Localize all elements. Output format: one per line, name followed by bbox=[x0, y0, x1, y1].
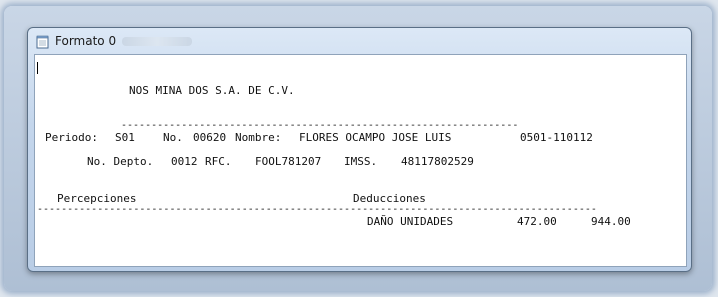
notepad-window: Formato 0 NOS MINA DOS S.A. DE C.V. ----… bbox=[27, 27, 692, 272]
depto-label: No. Depto. bbox=[87, 155, 154, 168]
imss-label: IMSS. bbox=[344, 155, 378, 168]
depto-value: 0012 bbox=[171, 155, 198, 168]
deduccion-amount: 472.00 bbox=[517, 215, 557, 228]
text-editor-area[interactable]: NOS MINA DOS S.A. DE C.V. --------------… bbox=[34, 54, 687, 267]
periodo-value: S01 bbox=[115, 131, 135, 144]
company-name: NOS MINA DOS S.A. DE C.V. bbox=[129, 84, 295, 97]
no-value: 00620 bbox=[193, 131, 227, 144]
range-value: 0501-110112 bbox=[520, 131, 593, 144]
imss-value: 48117802529 bbox=[401, 155, 474, 168]
nombre-value: FLORES OCAMPO JOSE LUIS bbox=[299, 131, 452, 144]
nombre-label: Nombre: bbox=[235, 131, 282, 144]
notepad-icon bbox=[36, 34, 49, 49]
deduccion-total: 944.00 bbox=[591, 215, 631, 228]
rfc-label: RFC. bbox=[205, 155, 232, 168]
no-label: No. bbox=[163, 131, 183, 144]
separator-mid: ----------------------------------------… bbox=[37, 204, 597, 215]
deduccion-item: DAÑO UNIDADES bbox=[367, 215, 454, 228]
title-bar[interactable]: Formato 0 bbox=[28, 28, 691, 54]
rfc-value: FOOL781207 bbox=[255, 155, 322, 168]
periodo-label: Periodo: bbox=[45, 131, 98, 144]
window-title: Formato 0 bbox=[55, 34, 117, 48]
redacted-title-suffix bbox=[122, 36, 193, 46]
report-content: NOS MINA DOS S.A. DE C.V. --------------… bbox=[35, 55, 686, 266]
